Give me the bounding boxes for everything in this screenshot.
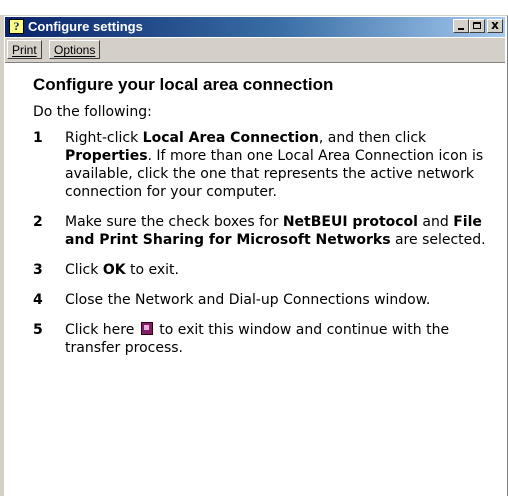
step-text-part: Make sure the check boxes for [65,214,283,230]
menu-bar: Print Options [5,38,505,63]
step-text: Make sure the check boxes for NetBEUI pr… [65,213,498,249]
step-bold-term: Properties [65,148,148,164]
list-item: 3 Click OK to exit. [33,261,498,279]
step-number: 4 [33,292,43,308]
step-number: 1 [33,130,43,146]
step-text-part: and [417,214,454,230]
minimize-icon [458,28,464,30]
window-title: Configure settings [28,19,143,34]
maximize-icon [473,22,481,29]
list-item: 5 Click here to exit this window and con… [33,321,498,357]
intro-text: Do the following: [33,104,152,120]
minimize-button[interactable] [453,19,469,33]
step-text-part: , and then click [318,130,427,146]
list-item: 4 Close the Network and Dial-up Connecti… [33,291,498,309]
step-text-part: Click here [65,322,139,338]
close-icon: x [491,18,499,32]
step-number: 2 [33,214,43,230]
step-number: 5 [33,322,43,338]
step-bold-term: OK [102,262,126,278]
exit-icon[interactable] [140,322,153,335]
list-item: 2 Make sure the check boxes for NetBEUI … [33,213,498,249]
step-text: Click here to exit this window and conti… [65,321,498,357]
desktop-top [0,0,508,15]
list-item: 1 Right-click Local Area Connection, and… [33,129,498,201]
step-text-part: are selected. [390,232,486,248]
menu-options[interactable]: Options [49,40,101,59]
title-buttons: x [453,18,503,33]
step-number: 3 [33,262,43,278]
title-bar[interactable]: ? Configure settings x [5,17,505,37]
step-bold-term: NetBEUI protocol [282,214,418,230]
help-icon: ? [9,19,24,34]
menu-print[interactable]: Print [7,40,42,59]
steps-list: 1 Right-click Local Area Connection, and… [33,129,498,357]
step-text-part: to exit. [125,262,179,278]
step-text-part: Click [65,262,103,278]
step-text-part: Right-click [65,130,143,146]
step-text: Close the Network and Dial-up Connection… [65,292,431,308]
step-text: Right-click Local Area Connection, and t… [65,129,498,201]
page-title: Configure your local area connection [33,75,334,94]
step-text: Click OK to exit. [65,261,498,279]
close-button[interactable]: x [487,18,503,33]
help-content: Configure your local area connection Do … [33,74,498,369]
maximize-button[interactable] [469,19,485,33]
step-bold-term: Local Area Connection [142,130,319,146]
